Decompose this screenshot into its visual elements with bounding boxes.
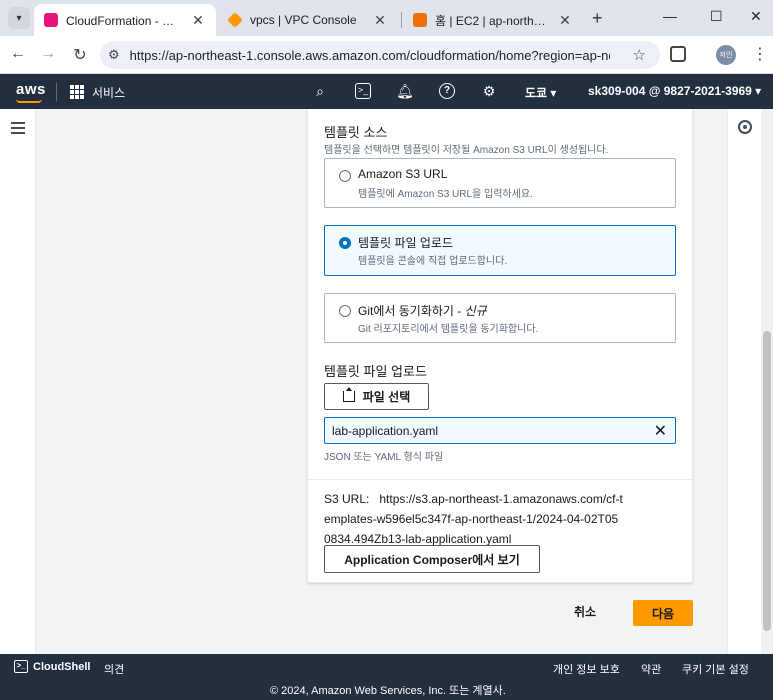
selected-file-token: lab-application.yaml ✕ [324,417,676,444]
new-badge: 신규 [464,304,487,318]
cloudshell-link[interactable]: CloudShell [33,661,90,673]
s3-url-label: S3 URL: [324,492,370,506]
aws-logo-smile [16,99,42,103]
services-menu[interactable]: 서비스 [92,84,125,101]
remove-file-icon[interactable]: ✕ [654,421,667,441]
template-source-desc: 템플릿을 선택하면 템플릿이 저장될 Amazon S3 URL이 생성됩니다. [324,145,609,156]
left-navigation-rail [0,109,36,654]
right-tools-rail [727,109,761,654]
file-format-hint: JSON 또는 YAML 형식 파일 [324,452,444,463]
cancel-button[interactable]: 취소 [574,603,596,620]
aws-logo[interactable]: aws [16,81,46,98]
new-tab-button[interactable]: + [592,8,603,29]
browser-tab-ec2[interactable]: 홈 | EC2 | ap-northeast-1 ✕ [403,4,583,36]
option-label: 템플릿 파일 업로드 [358,236,453,250]
cloudshell-icon[interactable]: >_ [355,83,371,99]
close-window-icon[interactable]: ✕ [750,8,762,25]
copyright-text: © 2024, Amazon Web Services, Inc. 또는 계열사… [270,685,506,697]
option-git-sync[interactable]: Git에서 동기화하기 - 신규 Git 리포지토리에서 템플릿을 동기화합니다… [324,293,676,343]
s3-url-display: S3 URL: https://s3.ap-northeast-1.amazon… [324,489,624,549]
reload-icon[interactable]: ↻ [70,45,90,65]
account-menu[interactable]: sk309-004 @ 9827-2021-3969 ▾ [588,84,761,98]
notifications-bell-icon[interactable]: 🔔︎ [396,83,414,99]
option-upload-template-file[interactable]: 템플릿 파일 업로드 템플릿을 콘솔에 직접 업로드합니다. [324,225,676,276]
template-source-title: 템플릿 소스 [324,125,388,140]
help-icon[interactable]: ? [439,83,455,99]
extensions-icon[interactable] [670,46,686,62]
address-bar[interactable]: ⚙ https://ap-northeast-1.console.aws.ama… [100,41,660,69]
option-desc: 템플릿에 Amazon S3 URL을 입력하세요. [358,189,533,200]
aws-footer: >_ CloudShell 의견 개인 정보 보호 약관 쿠키 기본 설정 © … [0,654,773,700]
choose-file-button[interactable]: 파일 선택 [324,383,429,410]
minimize-icon[interactable]: — [663,8,677,24]
maximize-icon[interactable]: ☐ [710,8,723,25]
cookie-preferences-link[interactable]: 쿠키 기본 설정 [682,661,749,677]
next-button[interactable]: 다음 [633,600,693,626]
tab-title: vpcs | VPC Console [250,13,357,27]
forward-icon[interactable]: → [38,45,58,63]
view-in-application-composer-button[interactable]: Application Composer에서 보기 [324,545,540,573]
close-tab-icon[interactable]: ✕ [190,12,206,29]
browser-tab-strip: ▾ CloudFormation - 스택 만들 ✕ vpcs | VPC Co… [0,0,773,36]
bookmark-star-icon[interactable]: ☆ [633,46,646,64]
region-selector[interactable]: 도쿄 ▾ [525,84,556,101]
profile-avatar[interactable]: 저인 [716,45,736,65]
tab-title: 홈 | EC2 | ap-northeast-1 [435,13,551,28]
tab-title: CloudFormation - 스택 만들 [66,13,184,28]
ec2-favicon-icon [413,13,427,27]
radio-upload-template-file[interactable] [339,237,351,249]
services-grid-icon[interactable] [70,85,84,99]
browser-tab-vpc[interactable]: vpcs | VPC Console ✕ [218,4,398,36]
aws-top-nav: aws 서비스 ⌕ >_ 🔔︎ ? ⚙ 도쿄 ▾ sk309-004 @ 982… [0,74,773,109]
info-panel-icon[interactable] [738,120,752,134]
upload-icon [342,387,355,402]
scrollbar-thumb[interactable] [763,331,771,631]
browser-tab-cloudformation[interactable]: CloudFormation - 스택 만들 ✕ [34,4,216,36]
option-label: Git에서 동기화하기 - 신규 [358,304,487,318]
cloudshell-footer-icon[interactable]: >_ [14,660,28,673]
option-desc: Git 리포지토리에서 템플릿을 동기화합니다. [358,324,539,335]
section-divider [308,479,692,480]
cloudformation-favicon-icon [44,13,58,27]
choose-file-label: 파일 선택 [362,390,411,404]
vpc-favicon-icon [227,12,243,28]
selected-file-name: lab-application.yaml [332,424,439,438]
back-icon[interactable]: ← [8,45,28,63]
site-info-icon[interactable]: ⚙ [108,47,120,63]
url-text[interactable]: https://ap-northeast-1.console.aws.amazo… [130,48,610,63]
search-icon[interactable]: ⌕ [312,83,328,99]
option-desc: 템플릿을 콘솔에 직접 업로드합니다. [358,256,508,267]
page-scrollbar[interactable] [761,109,773,654]
close-tab-icon[interactable]: ✕ [372,12,388,29]
upload-section-title: 템플릿 파일 업로드 [324,364,427,379]
s3-url-value: https://s3.ap-northeast-1.amazonaws.com/… [324,492,623,546]
browser-menu-icon[interactable]: ⋮ [752,44,768,64]
privacy-link[interactable]: 개인 정보 보호 [553,661,620,677]
radio-amazon-s3-url[interactable] [339,170,351,182]
tab-search-button[interactable]: ▾ [8,7,30,29]
browser-toolbar: ← → ↻ ⚙ https://ap-northeast-1.console.a… [0,36,773,74]
terms-link[interactable]: 약관 [641,661,661,677]
feedback-link[interactable]: 의견 [104,661,124,677]
menu-hamburger-icon[interactable] [11,122,25,134]
option-label: Amazon S3 URL [358,167,448,181]
radio-git-sync[interactable] [339,305,351,317]
settings-gear-icon[interactable]: ⚙ [481,83,497,99]
option-amazon-s3-url[interactable]: Amazon S3 URL 템플릿에 Amazon S3 URL을 입력하세요. [324,158,676,208]
close-tab-icon[interactable]: ✕ [557,12,573,29]
